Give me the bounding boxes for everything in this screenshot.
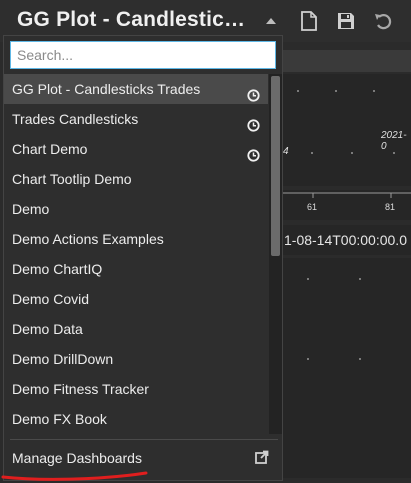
divider: [10, 439, 278, 440]
save-icon[interactable]: [335, 10, 357, 32]
background-axis: 61 81: [283, 190, 411, 220]
scrollbar-thumb[interactable]: [271, 76, 280, 256]
dashboard-list: GG Plot - Candlesticks Trades Trades Can…: [4, 74, 268, 434]
grid-dot: [393, 152, 395, 154]
grid-dot: [307, 278, 309, 280]
manage-dashboards-link[interactable]: Manage Dashboards: [12, 450, 142, 466]
grid-dot: [351, 152, 353, 154]
list-item[interactable]: Demo FX Book: [4, 404, 268, 434]
list-scrollbar[interactable]: [269, 74, 282, 434]
background-lower-panel: [283, 258, 411, 478]
list-item[interactable]: Demo DrillDown: [4, 344, 268, 374]
list-item-label: Demo ChartIQ: [12, 261, 103, 277]
list-item-label: Demo Actions Examples: [12, 231, 164, 247]
list-item[interactable]: Chart Demo: [4, 134, 268, 164]
list-item-label: Demo Covid: [12, 291, 90, 307]
grid-dot: [373, 90, 375, 92]
axis-tick-label: 61: [307, 202, 318, 212]
list-item-label: GG Plot - Candlesticks Trades: [12, 81, 201, 97]
background-date-row: 1-08-14T00:00:00.0: [283, 225, 411, 255]
list-item[interactable]: Demo Fitness Tracker: [4, 374, 268, 404]
list-item[interactable]: GG Plot - Candlesticks Trades: [4, 74, 268, 104]
list-item-label: Demo: [12, 201, 50, 217]
background-toolbar-strip: [283, 50, 411, 72]
list-item[interactable]: Demo Actions Examples: [4, 224, 268, 254]
grid-dot: [307, 358, 309, 360]
date-label-top: 2021-0: [381, 130, 407, 152]
list-item[interactable]: Demo Covid: [4, 284, 268, 314]
list-item-label: Trades Candlesticks: [12, 111, 139, 127]
list-item[interactable]: Trades Candlesticks: [4, 104, 268, 134]
new-file-icon[interactable]: [298, 10, 320, 32]
grid-dot: [335, 90, 337, 92]
list-item-label: Chart Tootlip Demo: [12, 171, 132, 187]
undo-icon[interactable]: [372, 10, 394, 32]
dashboard-app: GG Plot - Candlestic… 2021-0 4 61 81 1-0…: [0, 0, 411, 483]
grid-dot: [359, 278, 361, 280]
grid-dot: [311, 152, 313, 154]
caret-up-icon[interactable]: [260, 10, 282, 32]
list-item[interactable]: Demo Data: [4, 314, 268, 344]
list-item[interactable]: Demo: [4, 194, 268, 224]
list-item-label: Chart Demo: [12, 141, 88, 157]
background-chart-panel: 2021-0 4: [283, 74, 411, 186]
list-item[interactable]: Demo ChartIQ: [4, 254, 268, 284]
dashboard-title[interactable]: GG Plot - Candlestic…: [17, 8, 245, 32]
list-item[interactable]: Chart Tootlip Demo: [4, 164, 268, 194]
list-item-label: Demo DrillDown: [12, 351, 114, 367]
annotation-underline: [1, 471, 148, 481]
external-link-icon[interactable]: [255, 450, 269, 469]
list-item-label: Demo Fitness Tracker: [12, 381, 149, 397]
grid-dot: [297, 90, 299, 92]
search-input[interactable]: [10, 41, 276, 69]
axis-tick-label: 81: [385, 202, 396, 212]
list-item-label: Demo FX Book: [12, 411, 107, 427]
date-fragment: 4: [283, 146, 289, 157]
dashboard-selector-dropdown: GG Plot - Candlesticks Trades Trades Can…: [3, 35, 283, 481]
date-text: 1-08-14T00:00:00.0: [284, 232, 407, 248]
grid-dot: [359, 358, 361, 360]
list-item-label: Demo Data: [12, 321, 83, 337]
